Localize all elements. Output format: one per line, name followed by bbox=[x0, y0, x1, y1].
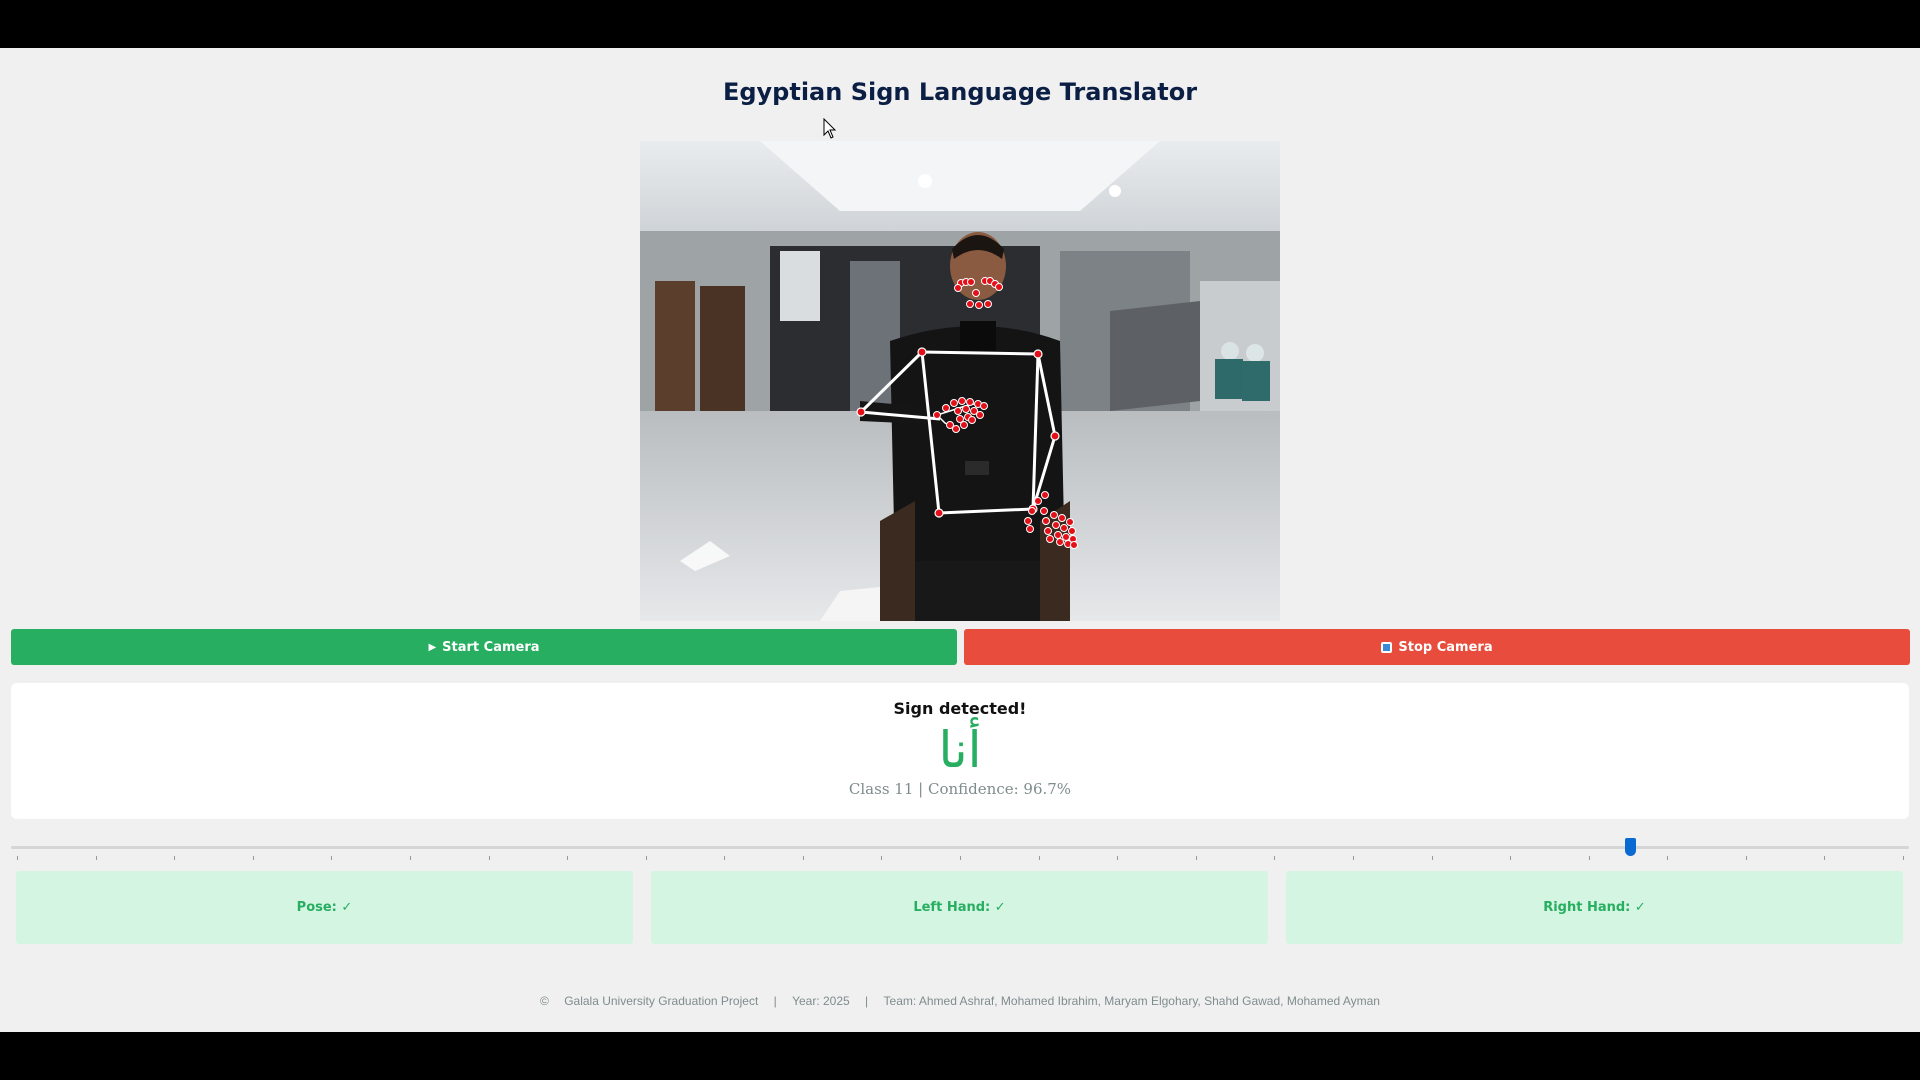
footer-separator: | bbox=[773, 994, 777, 1008]
slider-tick bbox=[1274, 856, 1276, 860]
slider-tick bbox=[174, 856, 176, 860]
slider-tick bbox=[409, 856, 411, 860]
footer-year: Year: 2025 bbox=[792, 994, 850, 1008]
slider-thumb[interactable] bbox=[1624, 838, 1636, 856]
slider-tick bbox=[1431, 856, 1433, 860]
stop-camera-button[interactable]: Stop Camera bbox=[964, 629, 1910, 665]
footer-project: Galala University Graduation Project bbox=[564, 994, 759, 1008]
slider-tick bbox=[1824, 856, 1826, 860]
pose-status-label: Pose: ✓ bbox=[296, 900, 353, 915]
confidence-label: Confidence: 96.7% bbox=[928, 780, 1072, 798]
play-icon: ▶ bbox=[428, 641, 437, 653]
camera-frame-image bbox=[640, 141, 1280, 621]
meta-separator: | bbox=[918, 780, 924, 798]
slider-tick bbox=[1117, 856, 1119, 860]
right-hand-status-card: Right Hand: ✓ bbox=[1286, 871, 1903, 944]
left-hand-status-label: Left Hand: ✓ bbox=[913, 900, 1006, 915]
slider-tick bbox=[567, 856, 569, 860]
slider-tick bbox=[1903, 856, 1904, 860]
footer-team: Team: Ahmed Ashraf, Mohamed Ibrahim, Mar… bbox=[883, 994, 1380, 1008]
slider-tick bbox=[1352, 856, 1354, 860]
slider-tick bbox=[17, 856, 18, 860]
camera-feed bbox=[640, 141, 1280, 621]
slider-tick bbox=[1195, 856, 1197, 860]
mouse-cursor-icon bbox=[823, 118, 837, 139]
slider-tick bbox=[645, 856, 647, 860]
class-label: Class 11 bbox=[848, 780, 914, 798]
slider-tick bbox=[1667, 856, 1669, 860]
footer-separator: | bbox=[865, 994, 869, 1008]
slider-tick bbox=[724, 856, 726, 860]
detection-status: Sign detected! bbox=[893, 699, 1027, 718]
slider-tick bbox=[488, 856, 490, 860]
prediction-meta: Class 11 | Confidence: 96.7% bbox=[11, 780, 1909, 798]
slider-tick bbox=[802, 856, 804, 860]
stop-camera-label: Stop Camera bbox=[1398, 639, 1493, 655]
page-title: Egyptian Sign Language Translator bbox=[722, 78, 1198, 106]
slider-tick bbox=[1588, 856, 1590, 860]
slider-tick bbox=[1038, 856, 1040, 860]
slider-tick bbox=[881, 856, 883, 860]
slider-tick bbox=[331, 856, 333, 860]
copyright-symbol: © bbox=[540, 994, 549, 1008]
stop-icon bbox=[1381, 641, 1393, 653]
right-hand-status-label: Right Hand: ✓ bbox=[1543, 900, 1646, 915]
app-window: Egyptian Sign Language Translator ▶ Star… bbox=[0, 48, 1920, 1032]
prediction-panel: Sign detected! أنا Class 11 | Confidence… bbox=[11, 683, 1909, 819]
footer: © Galala University Graduation Project |… bbox=[0, 994, 1920, 1008]
slider-tick bbox=[960, 856, 961, 860]
start-camera-button[interactable]: ▶ Start Camera bbox=[11, 629, 957, 665]
start-camera-label: Start Camera bbox=[442, 639, 540, 655]
pose-status-card: Pose: ✓ bbox=[16, 871, 633, 944]
left-hand-status-card: Left Hand: ✓ bbox=[651, 871, 1268, 944]
threshold-slider[interactable] bbox=[11, 838, 1909, 860]
slider-tick bbox=[252, 856, 254, 860]
slider-tick bbox=[95, 856, 97, 860]
slider-tick bbox=[1745, 856, 1747, 860]
slider-tick bbox=[1510, 856, 1512, 860]
predicted-sign: أنا bbox=[938, 721, 982, 779]
